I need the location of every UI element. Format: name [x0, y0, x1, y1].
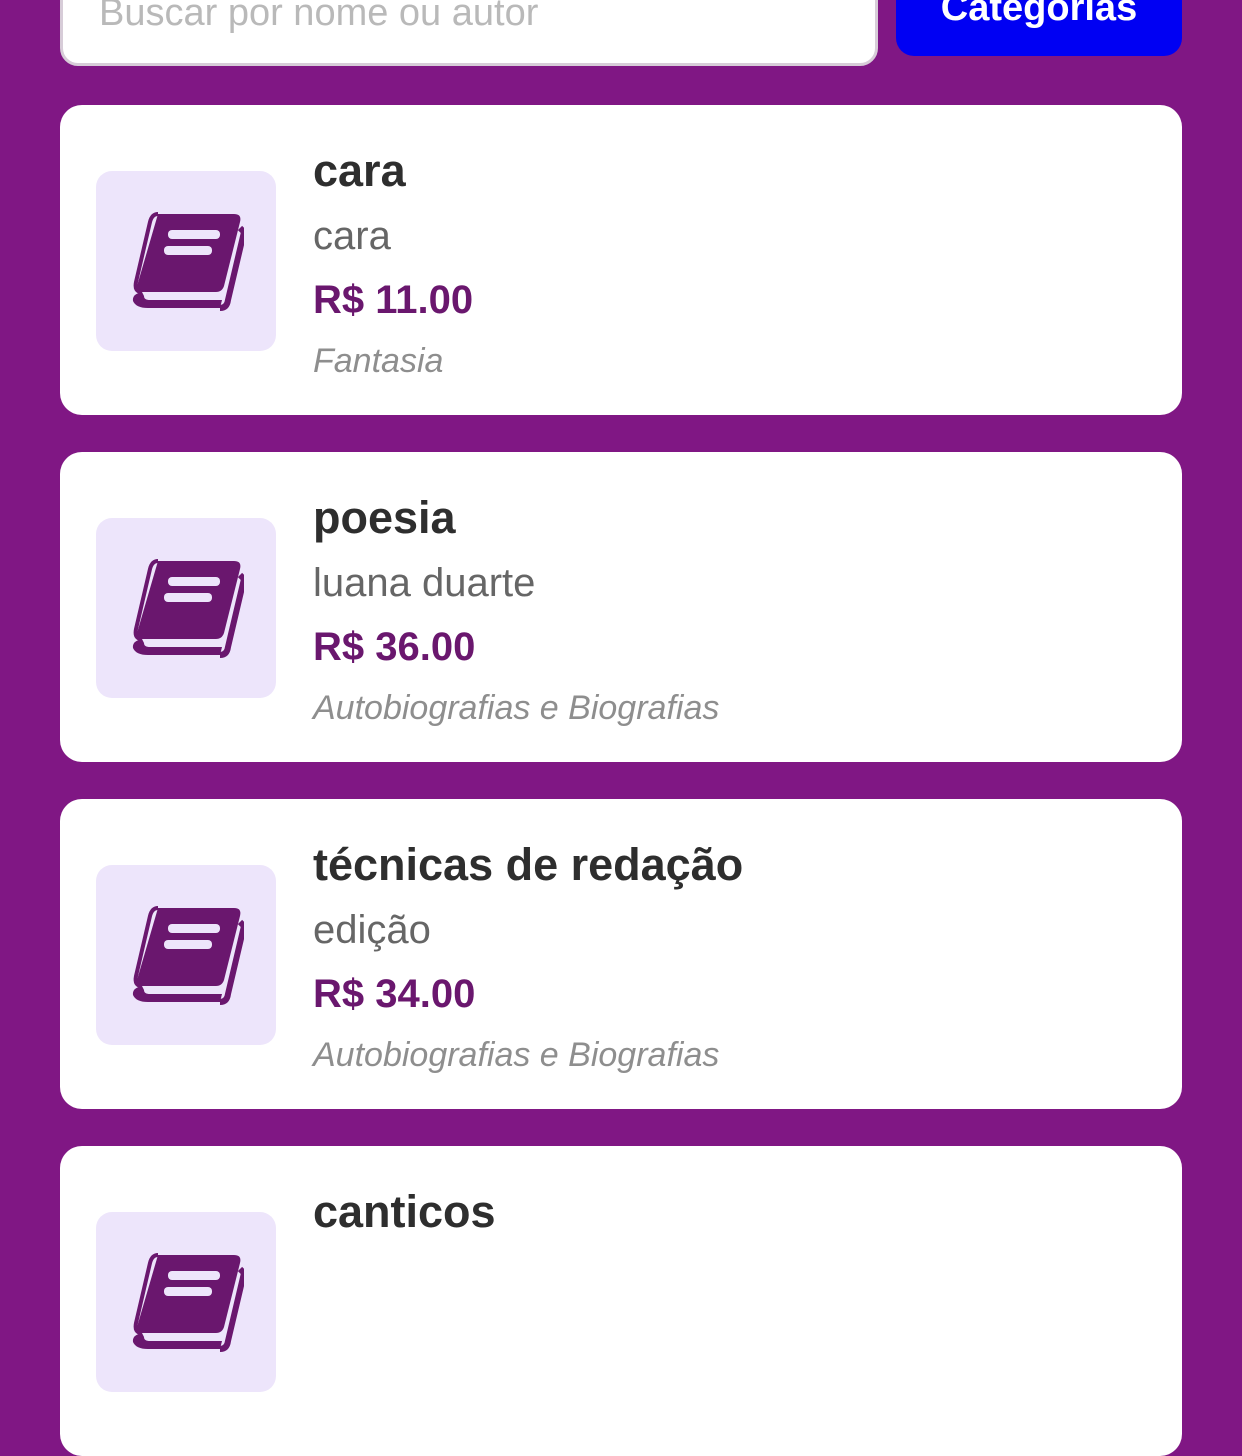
book-price: R$ 11.00	[313, 278, 474, 322]
book-title: cara	[313, 145, 406, 196]
book-icon	[128, 208, 244, 314]
book-title: poesia	[313, 492, 456, 543]
book-card[interactable]: cara cara R$ 11.00 Fantasia	[60, 105, 1182, 415]
book-price: R$ 34.00	[313, 972, 476, 1016]
book-author: cara	[313, 214, 391, 258]
book-title: técnicas de redação	[313, 839, 744, 890]
book-price: R$ 36.00	[313, 625, 476, 669]
book-author: edição	[313, 908, 431, 952]
book-author: luana duarte	[313, 561, 536, 605]
book-list: cara cara R$ 11.00 Fantasia poesia luana…	[60, 105, 1182, 1456]
book-card[interactable]: canticos	[60, 1146, 1182, 1456]
book-thumbnail	[96, 518, 276, 698]
book-card[interactable]: poesia luana duarte R$ 36.00 Autobiograf…	[60, 452, 1182, 762]
book-icon	[128, 1249, 244, 1355]
book-card[interactable]: técnicas de redação edição R$ 34.00 Auto…	[60, 799, 1182, 1109]
book-category: Fantasia	[313, 342, 444, 380]
book-thumbnail	[96, 865, 276, 1045]
search-bar: Categorias	[60, 0, 1182, 68]
book-category: Autobiografias e Biografias	[313, 1036, 720, 1074]
book-thumbnail	[96, 1212, 276, 1392]
book-category: Autobiografias e Biografias	[313, 689, 720, 727]
book-icon	[128, 555, 244, 661]
book-title: canticos	[313, 1186, 496, 1237]
book-icon	[128, 902, 244, 1008]
search-input[interactable]	[60, 0, 878, 66]
categories-button[interactable]: Categorias	[896, 0, 1182, 56]
book-thumbnail	[96, 171, 276, 351]
